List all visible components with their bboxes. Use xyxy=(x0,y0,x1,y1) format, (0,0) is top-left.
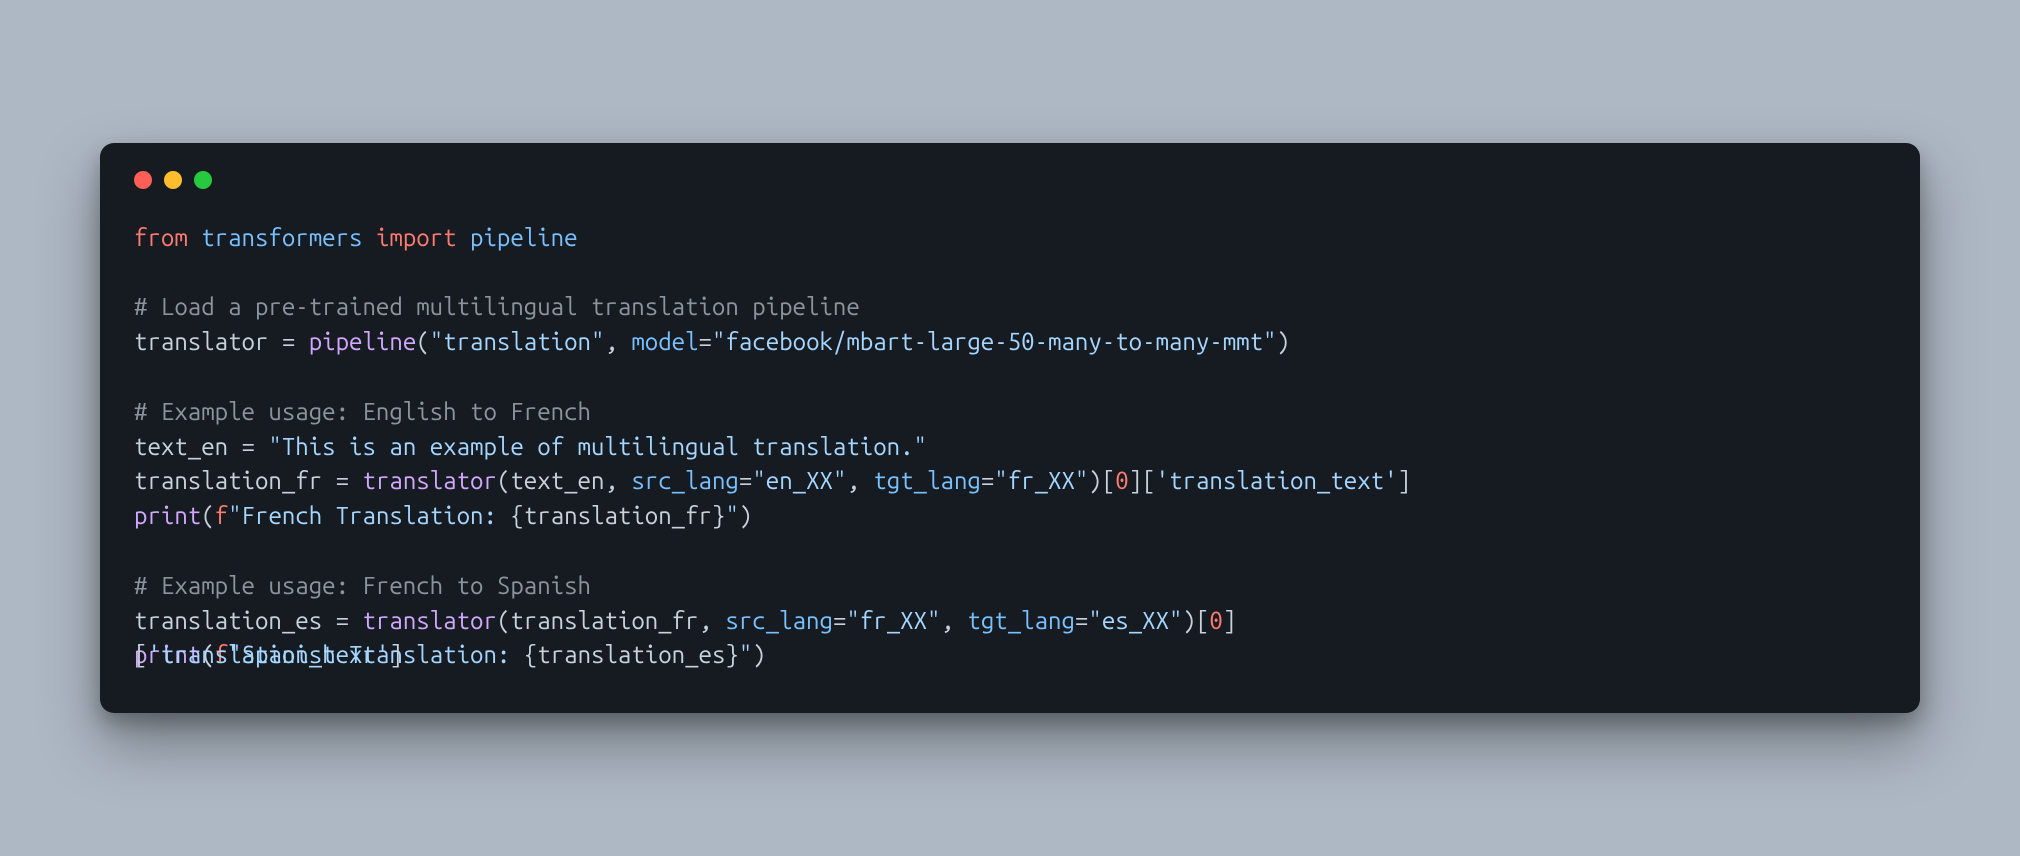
keyword-import: import xyxy=(376,224,457,251)
maximize-icon[interactable] xyxy=(194,171,212,189)
module-transformers: transformers xyxy=(201,224,362,251)
code-line: translator = pipeline("translation", mod… xyxy=(134,328,1290,355)
close-icon[interactable] xyxy=(134,171,152,189)
code-line: text_en = "This is an example of multili… xyxy=(134,433,927,460)
fn-pipeline: pipeline xyxy=(309,328,417,355)
comment: # Example usage: French to Spanish xyxy=(134,572,591,599)
code-line: from transformers import pipeline xyxy=(134,224,578,251)
comment: # Example usage: English to French xyxy=(134,398,591,425)
ident-pipeline: pipeline xyxy=(470,224,578,251)
comment: # Load a pre-trained multilingual transl… xyxy=(134,293,860,320)
kwarg-model: model xyxy=(631,328,698,355)
string: "This is an example of multilingual tran… xyxy=(268,433,927,460)
keyword-from: from xyxy=(134,224,188,251)
ident: translator xyxy=(134,328,268,355)
window-traffic-lights xyxy=(134,171,1886,189)
code-line: print(f"French Translation: {translation… xyxy=(134,502,752,529)
code-line: translation_es = translator(translation_… xyxy=(134,607,1236,634)
overlapping-code-line: print(f"Spanish Translation: {translatio… xyxy=(134,638,1886,673)
string: "translation" xyxy=(430,328,605,355)
code-line-layer-b: ['translation_text'] xyxy=(134,638,403,673)
code-block: from transformers import pipeline # Load… xyxy=(134,221,1886,673)
minimize-icon[interactable] xyxy=(164,171,182,189)
string: "facebook/mbart-large-50-many-to-many-mm… xyxy=(712,328,1276,355)
code-window: from transformers import pipeline # Load… xyxy=(100,143,1920,713)
code-line: translation_fr = translator(text_en, src… xyxy=(134,467,1411,494)
